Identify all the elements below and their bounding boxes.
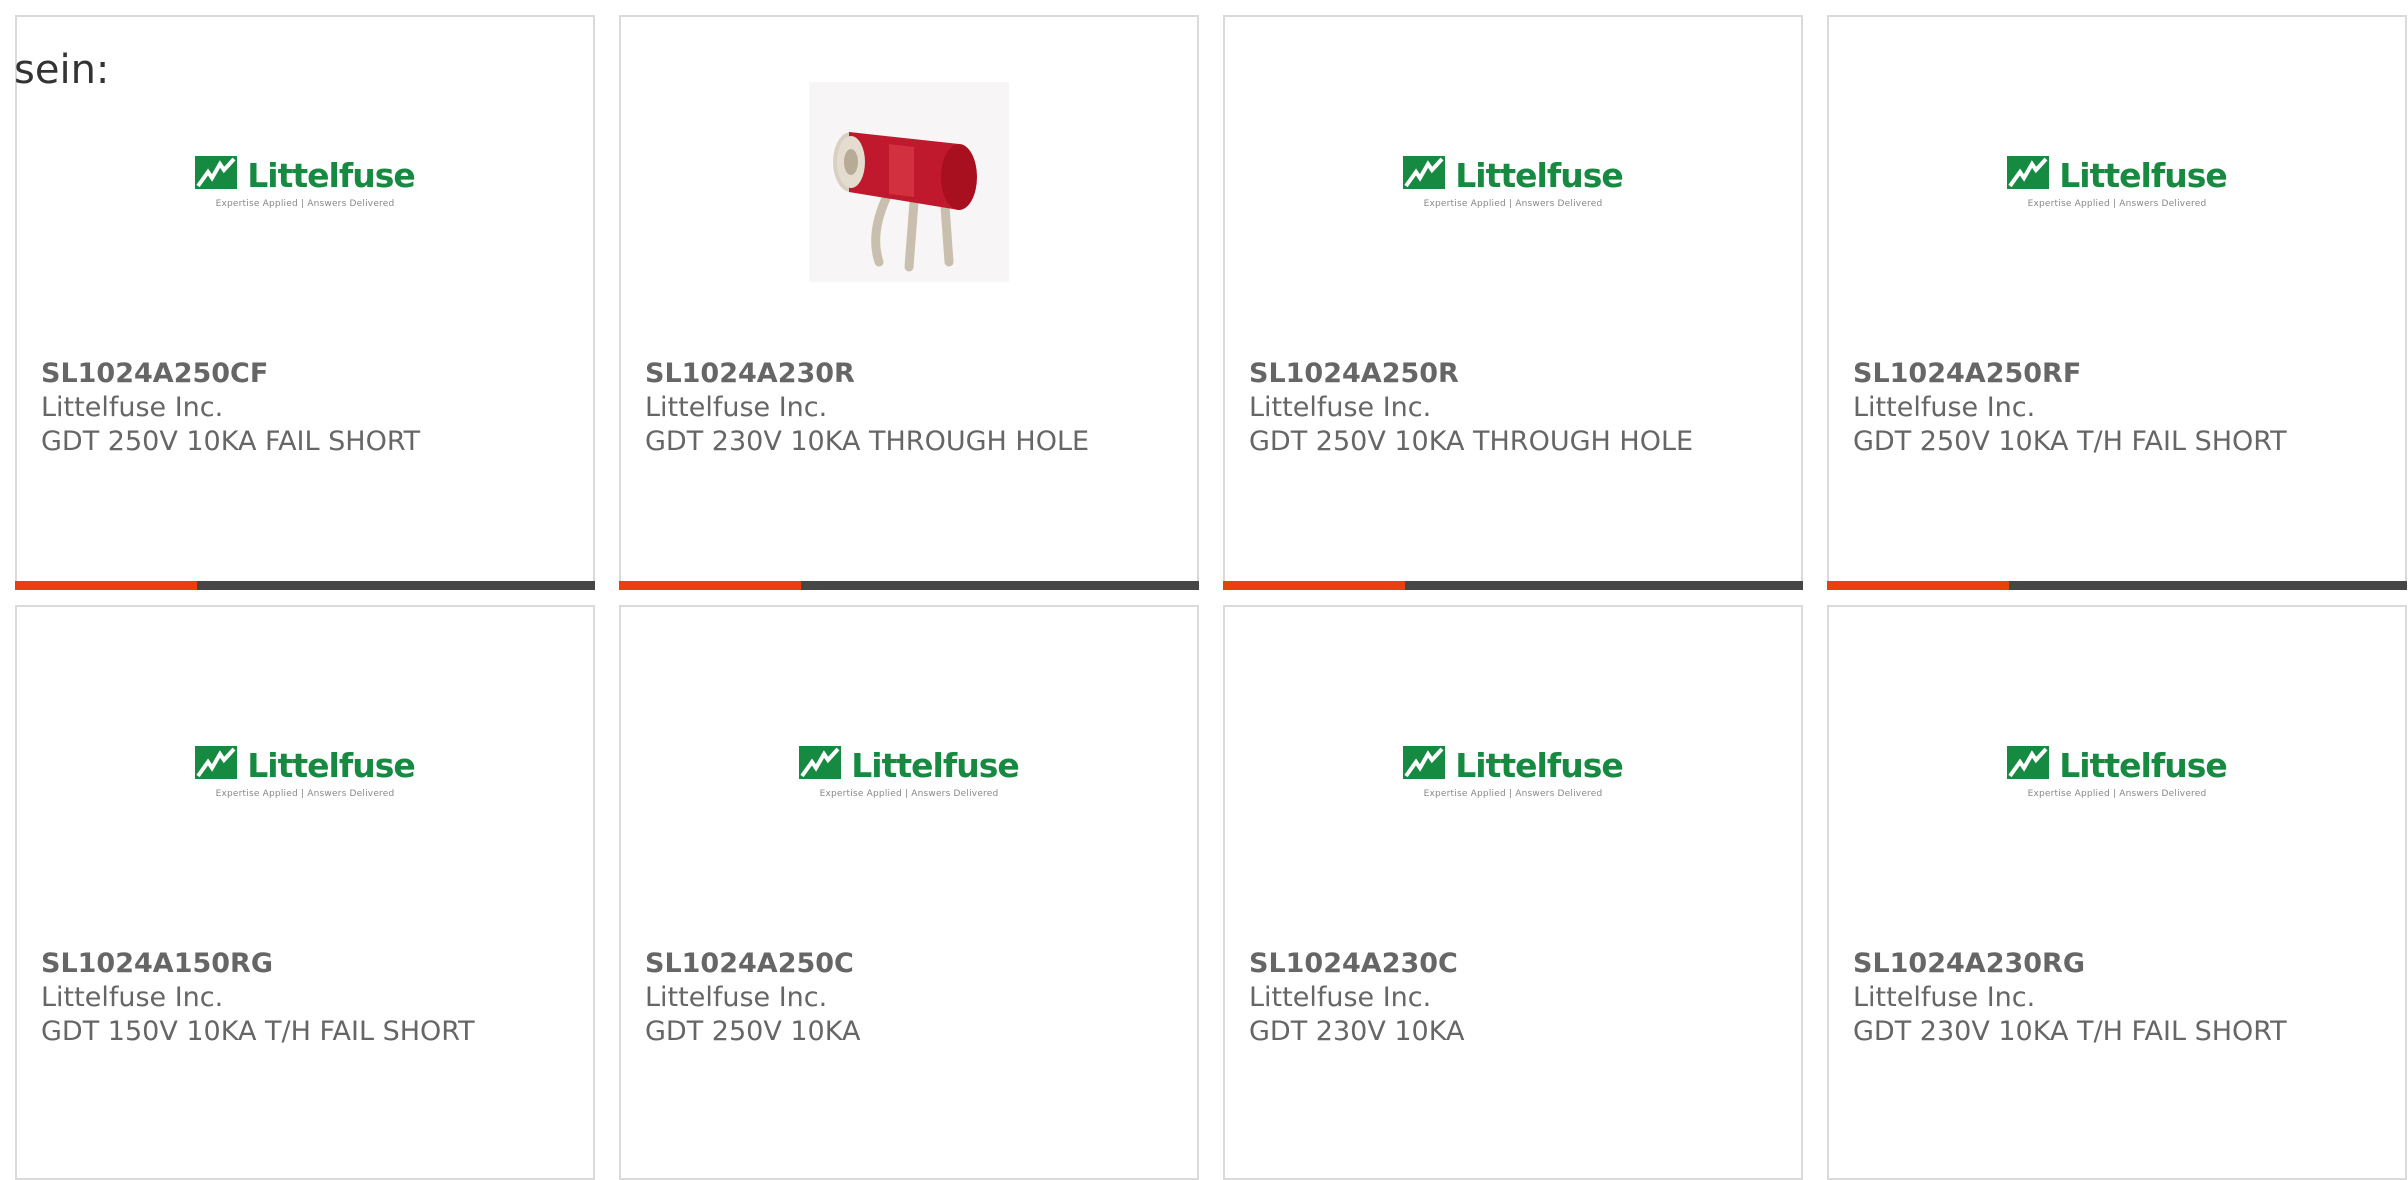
- part-number[interactable]: SL1024A150RG: [41, 947, 583, 981]
- littelfuse-logo: Littelfuse Expertise Applied | Answers D…: [799, 746, 1020, 799]
- manufacturer: Littelfuse Inc.: [1249, 982, 1432, 1013]
- card-bottom-bar: [15, 581, 595, 590]
- littelfuse-mark-icon: [1403, 156, 1446, 194]
- littelfuse-logo: Littelfuse Expertise Applied | Answers D…: [2007, 156, 2228, 209]
- product-card[interactable]: Littelfuse Expertise Applied | Answers D…: [1223, 605, 1803, 1180]
- part-number[interactable]: SL1024A250R: [1249, 357, 1791, 391]
- littelfuse-mark-icon: [2007, 746, 2050, 784]
- description: GDT 250V 10KA THROUGH HOLE: [1249, 426, 1694, 457]
- littelfuse-mark-icon: [2007, 156, 2050, 194]
- product-card[interactable]: Littelfuse Expertise Applied | Answers D…: [15, 15, 595, 590]
- product-image: Littelfuse Expertise Applied | Answers D…: [1829, 77, 2405, 287]
- description: GDT 230V 10KA THROUGH HOLE: [645, 426, 1090, 457]
- littelfuse-mark-icon: [195, 156, 238, 194]
- description: GDT 250V 10KA T/H FAIL SHORT: [1853, 426, 2287, 457]
- part-number[interactable]: SL1024A250RF: [1853, 357, 2395, 391]
- description: GDT 230V 10KA: [1249, 1016, 1465, 1047]
- product-image: [621, 77, 1197, 287]
- manufacturer: Littelfuse Inc.: [41, 392, 224, 423]
- product-card[interactable]: Littelfuse Expertise Applied | Answers D…: [619, 605, 1199, 1180]
- description: GDT 250V 10KA: [645, 1016, 861, 1047]
- part-number[interactable]: SL1024A250CF: [41, 357, 583, 391]
- card-bottom-bar: [1827, 581, 2407, 590]
- littelfuse-logo: Littelfuse Expertise Applied | Answers D…: [1403, 156, 1624, 209]
- description: GDT 230V 10KA T/H FAIL SHORT: [1853, 1016, 2287, 1047]
- card-bottom-bar: [619, 581, 1199, 590]
- manufacturer: Littelfuse Inc.: [1853, 392, 2036, 423]
- littelfuse-logo: Littelfuse Expertise Applied | Answers D…: [195, 156, 416, 209]
- manufacturer: Littelfuse Inc.: [41, 982, 224, 1013]
- part-number[interactable]: SL1024A230R: [645, 357, 1187, 391]
- manufacturer: Littelfuse Inc.: [1853, 982, 2036, 1013]
- product-grid: Littelfuse Expertise Applied | Answers D…: [15, 15, 2408, 1180]
- littelfuse-mark-icon: [195, 746, 238, 784]
- product-card[interactable]: Littelfuse Expertise Applied | Answers D…: [1827, 15, 2407, 590]
- littelfuse-logo: Littelfuse Expertise Applied | Answers D…: [195, 746, 416, 799]
- product-image: Littelfuse Expertise Applied | Answers D…: [17, 77, 593, 287]
- part-number[interactable]: SL1024A230RG: [1853, 947, 2395, 981]
- product-image: Littelfuse Expertise Applied | Answers D…: [621, 667, 1197, 877]
- product-card[interactable]: Littelfuse Expertise Applied | Answers D…: [15, 605, 595, 1180]
- manufacturer: Littelfuse Inc.: [645, 392, 828, 423]
- intro-text: sein:: [14, 47, 110, 93]
- product-card[interactable]: SL1024A230R Littelfuse Inc. GDT 230V 10K…: [619, 15, 1199, 590]
- product-image: Littelfuse Expertise Applied | Answers D…: [17, 667, 593, 877]
- manufacturer: Littelfuse Inc.: [1249, 392, 1432, 423]
- littelfuse-logo: Littelfuse Expertise Applied | Answers D…: [2007, 746, 2228, 799]
- part-number[interactable]: SL1024A250C: [645, 947, 1187, 981]
- product-image: Littelfuse Expertise Applied | Answers D…: [1225, 77, 1801, 287]
- description: GDT 150V 10KA T/H FAIL SHORT: [41, 1016, 475, 1047]
- littelfuse-mark-icon: [799, 746, 842, 784]
- description: GDT 250V 10KA FAIL SHORT: [41, 426, 421, 457]
- littelfuse-logo: Littelfuse Expertise Applied | Answers D…: [1403, 746, 1624, 799]
- product-card[interactable]: Littelfuse Expertise Applied | Answers D…: [1827, 605, 2407, 1180]
- gdt-component-photo: [809, 82, 1009, 282]
- product-image: Littelfuse Expertise Applied | Answers D…: [1225, 667, 1801, 877]
- product-card[interactable]: Littelfuse Expertise Applied | Answers D…: [1223, 15, 1803, 590]
- card-bottom-bar: [1223, 581, 1803, 590]
- littelfuse-mark-icon: [1403, 746, 1446, 784]
- manufacturer: Littelfuse Inc.: [645, 982, 828, 1013]
- part-number[interactable]: SL1024A230C: [1249, 947, 1791, 981]
- product-image: Littelfuse Expertise Applied | Answers D…: [1829, 667, 2405, 877]
